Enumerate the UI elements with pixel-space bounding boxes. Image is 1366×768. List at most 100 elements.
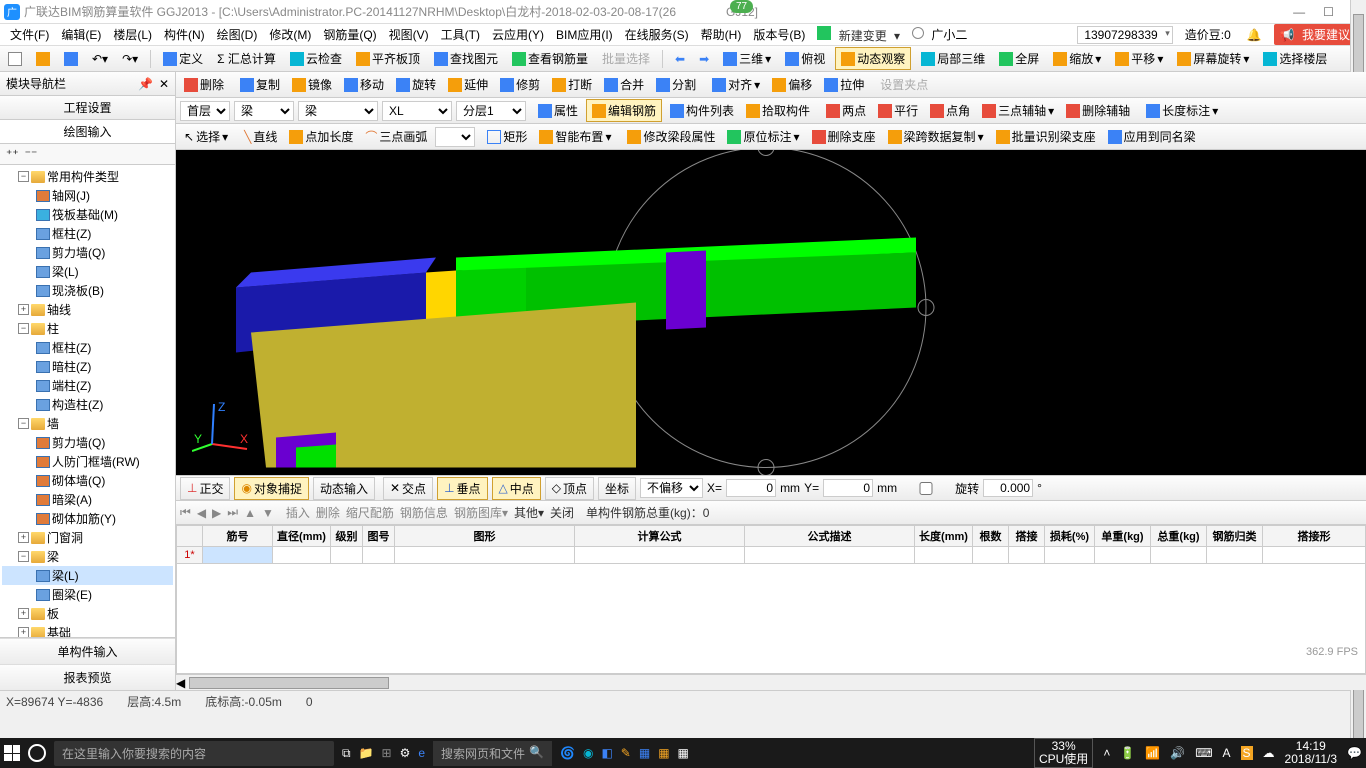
menu-modify[interactable]: 修改(M) [265, 24, 315, 45]
menu-edit[interactable]: 编辑(E) [57, 24, 105, 45]
copy-span-button[interactable]: 梁跨数据复制▾ [884, 126, 988, 147]
save-icon[interactable] [60, 50, 82, 68]
rect-button[interactable]: 矩形 [483, 126, 531, 147]
cortana-icon[interactable] [28, 744, 46, 762]
batch-select-button[interactable]: 批量选择 [598, 48, 654, 69]
two-point-button[interactable]: 两点 [822, 100, 870, 121]
app-icon-10[interactable]: ▦ [658, 746, 669, 760]
layer-select[interactable]: 分层1 [456, 101, 526, 121]
tree-opening[interactable]: +门窗洞 [2, 528, 173, 547]
category-select[interactable]: 梁 [234, 101, 294, 121]
length-dim-button[interactable]: 长度标注▾ [1142, 100, 1222, 121]
tree-w2[interactable]: 人防门框墙(RW) [2, 452, 173, 471]
up-icon[interactable]: ▲ [244, 506, 256, 520]
notification-badge[interactable]: 77 [730, 0, 753, 13]
onedrive-icon[interactable]: ☁ [1263, 746, 1275, 760]
smart-layout-button[interactable]: 智能布置▾ [535, 126, 615, 147]
panel-close-icon[interactable]: ✕ [159, 77, 169, 91]
tree-beam-cat[interactable]: −梁 [2, 547, 173, 566]
trim-button[interactable]: 修剪 [496, 74, 544, 95]
angle-button[interactable]: 点角 [926, 100, 974, 121]
tab-single-input[interactable]: 单构件输入 [0, 638, 175, 664]
task-view-icon[interactable]: ⧉ [342, 746, 351, 761]
pick-component-button[interactable]: 拾取构件 [742, 100, 814, 121]
grip-button[interactable]: 设置夹点 [876, 74, 932, 95]
tree-w4[interactable]: 暗梁(A) [2, 490, 173, 509]
collapse-all-icon[interactable]: ⁻⁻ [25, 147, 38, 161]
edge-search[interactable]: 搜索网页和文件🔍 [433, 741, 552, 766]
tree-w3[interactable]: 砌体墙(Q) [2, 471, 173, 490]
mid-toggle[interactable]: △中点 [492, 477, 541, 500]
tree-col2[interactable]: 暗柱(Z) [2, 357, 173, 376]
menu-rebar[interactable]: 钢筋量(Q) [319, 24, 380, 45]
draw-mode-select[interactable] [435, 127, 475, 147]
app-icon-2[interactable]: ⊞ [382, 746, 392, 760]
rebar-view-button[interactable]: 查看钢筋量 [508, 48, 592, 69]
menu-version[interactable]: 版本号(B) [749, 24, 809, 45]
menu-view[interactable]: 视图(V) [385, 24, 433, 45]
last-icon[interactable]: ⏭ [227, 505, 238, 520]
flat-button[interactable]: 平齐板顶 [352, 48, 424, 69]
volume-icon[interactable]: 🔊 [1170, 746, 1185, 760]
undo-icon[interactable]: ↶▾ [88, 50, 112, 68]
intersect-toggle[interactable]: ✕ 交点 [383, 477, 433, 500]
coord-toggle[interactable]: 坐标 [598, 477, 636, 500]
app-icon-1[interactable]: 📁 [359, 746, 374, 760]
clock[interactable]: 14:192018/11/3 [1285, 740, 1338, 766]
find-button[interactable]: 查找图元 [430, 48, 502, 69]
dynamic-observe-button[interactable]: 动态观察 [835, 47, 911, 70]
mirror-button[interactable]: 镜像 [288, 74, 336, 95]
app-icon-7[interactable]: ◧ [601, 746, 612, 760]
tab-project-settings[interactable]: 工程设置 [0, 96, 175, 120]
orig-mark-button[interactable]: 原位标注▾ [723, 126, 803, 147]
new-change-button[interactable]: 新建变更 ▾ [813, 24, 904, 46]
tree-w5[interactable]: 砌体加筋(Y) [2, 509, 173, 528]
tree-w1[interactable]: 剪力墙(Q) [2, 433, 173, 452]
tree-plate[interactable]: +板 [2, 604, 173, 623]
vertex-toggle[interactable]: ◇ 顶点 [545, 477, 594, 500]
app-icon-3[interactable]: ⚙ [400, 746, 411, 760]
scale-rebar-button[interactable]: 缩尺配筋 [346, 504, 394, 521]
down-icon[interactable]: ▼ [262, 506, 274, 520]
new-icon[interactable] [4, 50, 26, 68]
tree-shearwall[interactable]: 剪力墙(Q) [2, 243, 173, 262]
notifications-icon[interactable]: 💬 [1347, 746, 1362, 760]
menu-draw[interactable]: 绘图(D) [213, 24, 262, 45]
select-button[interactable]: ↖ 选择▾ [180, 126, 232, 147]
extend-button[interactable]: 延伸 [444, 74, 492, 95]
add-length-button[interactable]: 点加长度 [285, 126, 357, 147]
battery-icon[interactable]: 🔋 [1120, 746, 1135, 760]
tree-wall[interactable]: −墙 [2, 414, 173, 433]
cloud-check-button[interactable]: 云检查 [286, 48, 346, 69]
type-select[interactable]: 梁 [298, 101, 378, 121]
menu-floor[interactable]: 楼层(L) [109, 24, 156, 45]
redo-icon[interactable]: ↷▾ [118, 50, 142, 68]
del-support-button[interactable]: 删除支座 [808, 126, 880, 147]
lang-icon[interactable]: ⌨ [1195, 746, 1212, 760]
open-icon[interactable] [32, 50, 54, 68]
user-menu[interactable]: 广小二 [908, 24, 975, 45]
menu-online[interactable]: 在线服务(S) [621, 24, 693, 45]
next-icon[interactable]: ▶ [212, 506, 221, 520]
menu-help[interactable]: 帮助(H) [697, 24, 746, 45]
app-icon-11[interactable]: ▦ [678, 746, 689, 760]
close-panel-button[interactable]: 关闭 [550, 504, 574, 521]
bell-icon[interactable]: 🔔 [1243, 26, 1266, 44]
move-button[interactable]: 移动 [340, 74, 388, 95]
tree-col1[interactable]: 框柱(Z) [2, 338, 173, 357]
tree-found[interactable]: +基础 [2, 623, 173, 637]
prev-arrow-icon[interactable]: ⬅ [671, 50, 689, 68]
grid-row[interactable]: 1* [177, 547, 1366, 564]
grid-hscroll[interactable]: ◀ [176, 674, 1366, 690]
perp-toggle[interactable]: ⊥垂点 [437, 477, 487, 500]
define-button[interactable]: 定义 [159, 48, 207, 69]
attr-button[interactable]: 属性 [534, 100, 582, 121]
first-icon[interactable]: ⏮ [180, 505, 191, 520]
phone-dropdown[interactable]: 13907298339 [1077, 26, 1172, 44]
offset-mode-select[interactable]: 不偏移 [640, 478, 703, 498]
fullscreen-button[interactable]: 全屏 [995, 48, 1043, 69]
tray-up-icon[interactable]: ˄ [1103, 746, 1110, 760]
component-list-button[interactable]: 构件列表 [666, 100, 738, 121]
3d-button[interactable]: 三维▾ [719, 48, 775, 69]
tree-b2[interactable]: 圈梁(E) [2, 585, 173, 604]
